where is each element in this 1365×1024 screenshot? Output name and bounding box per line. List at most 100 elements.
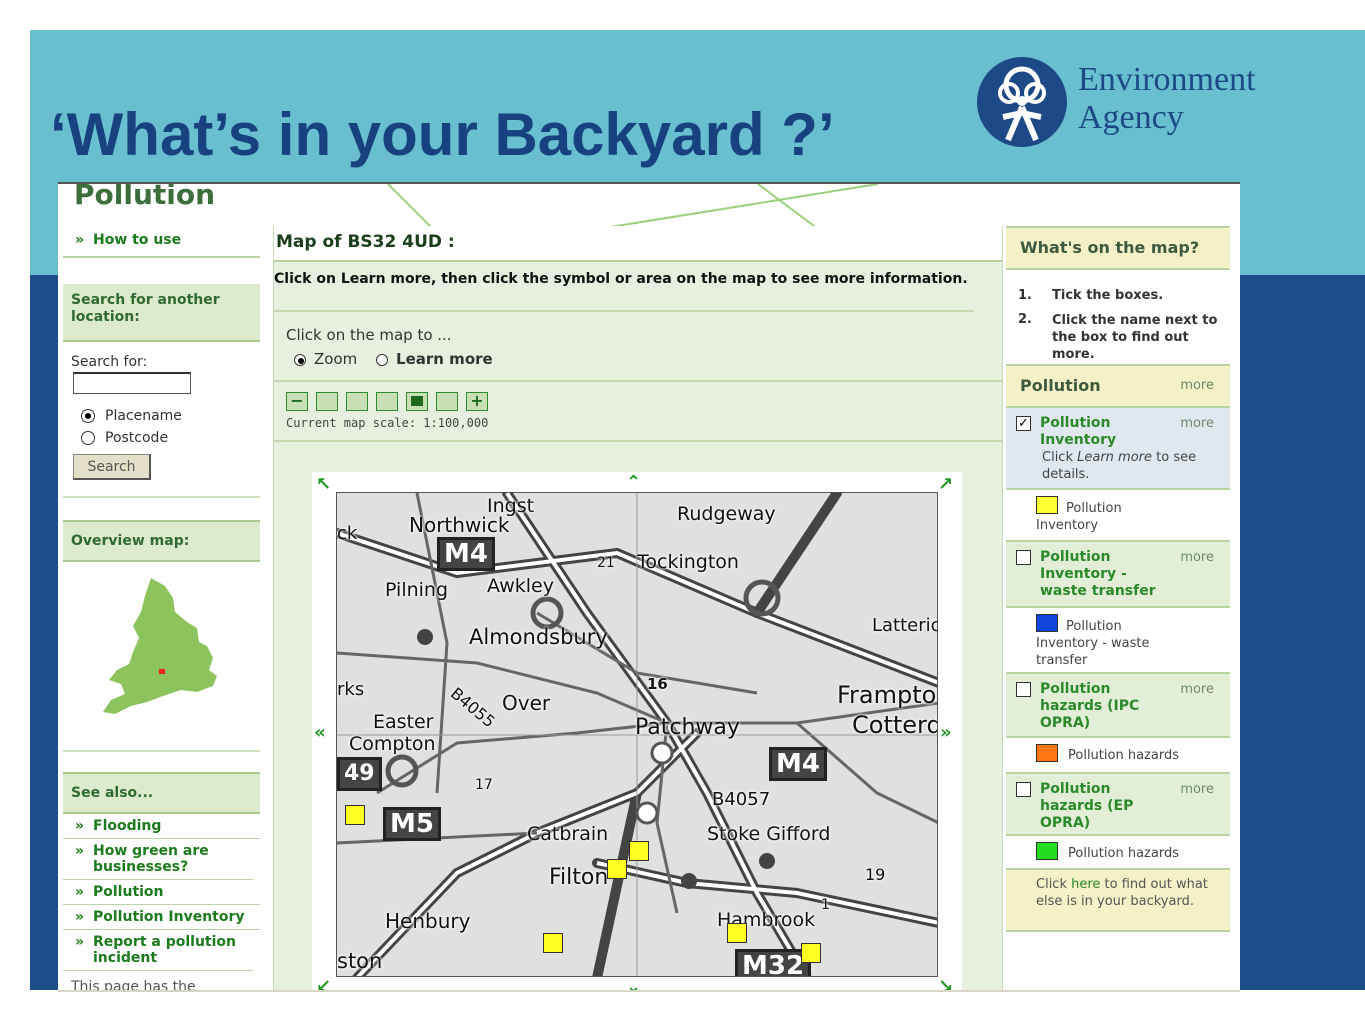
pan-north-arrow[interactable]: ⌃ xyxy=(626,472,641,493)
zoom-level-1[interactable] xyxy=(316,392,338,411)
motorway-label: M4 xyxy=(769,747,827,781)
placename-radio-row[interactable]: Placename xyxy=(81,408,260,424)
left-sidebar: » How to use Search for another location… xyxy=(63,226,260,992)
zoom-out-button[interactable]: − xyxy=(286,392,308,411)
green-businesses-link[interactable]: » How green are businesses? xyxy=(63,839,253,880)
map-label: Almondsbury xyxy=(469,625,608,649)
pan-east-arrow[interactable]: » xyxy=(940,722,952,743)
legend-key-waste-transfer: Pollution Inventory - waste transfer xyxy=(1006,608,1230,674)
layer-hazards-ipc[interactable]: Pollution hazards (IPC OPRA) more xyxy=(1006,674,1230,738)
layer-waste-transfer[interactable]: Pollution Inventory - waste transfer mor… xyxy=(1006,542,1230,608)
pollution-link[interactable]: » Pollution xyxy=(63,880,260,905)
map-label: 16 xyxy=(647,675,668,693)
layer-name[interactable]: Pollution hazards (EP OPRA) xyxy=(1040,781,1140,832)
step-number: 1. xyxy=(1018,288,1032,303)
ordnance-map[interactable]: Ingst Rudgeway Northwick M4 Tockington P… xyxy=(336,492,938,977)
environment-agency-logo: Environment Agency xyxy=(975,55,1320,150)
map-label: Patchway xyxy=(635,715,740,740)
layer-more-link[interactable]: more xyxy=(1180,782,1214,797)
map-mode-options: Zoom Learn more xyxy=(294,350,1002,368)
see-also-heading: See also... xyxy=(63,772,260,814)
road-number-label: 49 xyxy=(337,757,382,791)
pollution-more-link[interactable]: more xyxy=(1180,378,1214,393)
legend-key-pollution-inventory: Pollution Inventory xyxy=(1006,490,1230,542)
how-to-use-link[interactable]: » How to use xyxy=(63,226,260,258)
legend-footer: Click here to find out what else is in y… xyxy=(1006,870,1230,932)
map-instructions: Click on Learn more, then click the symb… xyxy=(274,262,974,312)
legend-steps: 1. Tick the boxes. 2. Click the name nex… xyxy=(1006,270,1230,366)
search-section-heading: Search for another location: xyxy=(63,284,260,342)
layer-checkbox[interactable] xyxy=(1016,782,1031,797)
search-input[interactable] xyxy=(73,372,191,394)
double-chevron-icon: » xyxy=(75,909,85,925)
layer-name[interactable]: Pollution hazards (IPC OPRA) xyxy=(1040,681,1140,732)
pollution-inventory-site[interactable] xyxy=(607,859,627,879)
map-label: Frampto xyxy=(837,681,937,709)
zoom-level-2[interactable] xyxy=(346,392,368,411)
link-label: Report a pollution incident xyxy=(93,934,236,966)
map-label: Stoke Gifford xyxy=(707,823,831,845)
postcode-radio[interactable] xyxy=(81,431,95,445)
placename-radio[interactable] xyxy=(81,409,95,423)
layer-name[interactable]: Pollution Inventory xyxy=(1040,415,1140,449)
motorway-label: M5 xyxy=(383,807,441,841)
zoom-level-3[interactable] xyxy=(376,392,398,411)
link-label: How green are businesses? xyxy=(93,843,209,875)
pollution-inventory-site[interactable] xyxy=(345,805,365,825)
swatch-label: Pollution hazards xyxy=(1068,748,1179,763)
pan-west-arrow[interactable]: « xyxy=(314,722,326,743)
pan-northwest-arrow[interactable]: ↖ xyxy=(316,474,331,495)
pollution-inventory-site[interactable] xyxy=(629,841,649,861)
layer-more-link[interactable]: more xyxy=(1180,682,1214,697)
double-chevron-icon: » xyxy=(75,232,85,248)
divider xyxy=(63,750,260,752)
placename-radio-label: Placename xyxy=(105,408,182,424)
postcode-radio-label: Postcode xyxy=(105,430,169,446)
layer-name[interactable]: Pollution Inventory - waste transfer xyxy=(1040,549,1160,600)
pollution-inventory-site[interactable] xyxy=(543,933,563,953)
link-label: Pollution xyxy=(93,884,164,900)
postcode-radio-row[interactable]: Postcode xyxy=(81,430,260,446)
flooding-link[interactable]: » Flooding xyxy=(63,814,260,839)
england-overview-map[interactable] xyxy=(63,568,260,728)
zoom-level-5[interactable] xyxy=(436,392,458,411)
layer-checkbox-checked[interactable]: ✓ xyxy=(1016,416,1031,431)
zoom-in-button[interactable]: + xyxy=(466,392,488,411)
click-prompt: Click on the map to ... xyxy=(286,326,452,344)
learn-more-mode-radio[interactable] xyxy=(376,353,389,366)
junction-label: 1 xyxy=(821,897,830,913)
legend-heading: What's on the map? xyxy=(1006,226,1230,270)
legend-sidebar: What's on the map? 1. Tick the boxes. 2.… xyxy=(1006,226,1230,992)
layer-more-link[interactable]: more xyxy=(1180,550,1214,565)
pollution-inventory-site[interactable] xyxy=(801,943,821,963)
pollution-inventory-link[interactable]: » Pollution Inventory xyxy=(63,905,260,930)
double-chevron-icon: » xyxy=(75,884,85,900)
link-label: Flooding xyxy=(93,818,162,834)
motorway-label: M4 xyxy=(437,537,495,571)
junction-label: 19 xyxy=(865,865,886,884)
zoom-mode-radio[interactable] xyxy=(294,353,306,366)
divider xyxy=(63,496,260,498)
pan-northeast-arrow[interactable]: ↗ xyxy=(938,474,953,495)
layer-checkbox[interactable] xyxy=(1016,550,1031,565)
motorway-label: M32 xyxy=(735,949,812,976)
overview-map-heading: Overview map: xyxy=(63,520,260,562)
legend-step-1: Tick the boxes. xyxy=(1052,288,1164,303)
map-label: Easter xyxy=(373,711,434,733)
map-scale: Current map scale: 1:100,000 xyxy=(286,416,489,430)
pollution-inventory-site[interactable] xyxy=(727,923,747,943)
footer-here-link[interactable]: here xyxy=(1071,877,1100,892)
footer-text: Click xyxy=(1036,877,1072,892)
divider xyxy=(274,440,1002,442)
layer-hazards-ep[interactable]: Pollution hazards (EP OPRA) more xyxy=(1006,774,1230,836)
layer-pollution-inventory[interactable]: ✓ Pollution Inventory more Click Learn m… xyxy=(1006,408,1230,490)
junction-label: 17 xyxy=(475,777,493,793)
note-emphasis: Learn more xyxy=(1077,450,1152,465)
zoom-level-current[interactable] xyxy=(406,392,428,411)
search-button[interactable]: Search xyxy=(73,454,151,480)
screenshot-bottom-edge xyxy=(58,990,1240,992)
layer-more-link[interactable]: more xyxy=(1180,416,1214,431)
report-pollution-link[interactable]: » Report a pollution incident xyxy=(63,930,253,971)
layer-checkbox[interactable] xyxy=(1016,682,1031,697)
logo-line-1: Environment xyxy=(1078,61,1256,98)
